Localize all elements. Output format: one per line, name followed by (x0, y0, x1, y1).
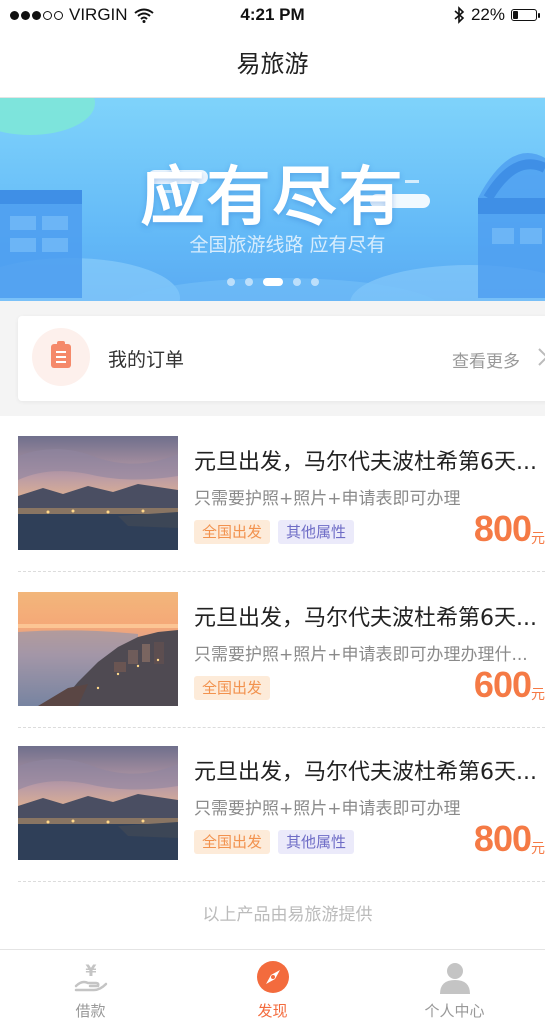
clipboard-icon (32, 328, 90, 386)
product-description: 只需要护照+照片+申请表即可办理 (194, 489, 461, 509)
dusk-harbor-city-photo (18, 436, 178, 550)
my-orders-label: 我的订单 (108, 349, 185, 371)
product-price: 800 (473, 508, 532, 549)
tab-loan[interactable]: ¥ 借款 (0, 950, 181, 1024)
tab-profile-label: 个人中心 (424, 1002, 485, 1020)
battery-icon (511, 9, 540, 21)
app-screen: VIRGIN 4:21 PM 22% 易旅游 应有尽有 全国旅游线路 应有尽有 … (0, 0, 545, 1024)
product-description: 只需要护照+照片+申请表即可办理 (194, 799, 461, 819)
product-tags: 全国出发 其他属性 (194, 520, 355, 544)
carousel-dot[interactable] (226, 278, 235, 286)
page-title: 易旅游 (236, 50, 309, 78)
product-price: 800 (473, 818, 532, 859)
tag-departure: 全国出发 (194, 520, 271, 544)
price-unit: 元 (531, 531, 545, 547)
carousel-indicators[interactable] (0, 278, 545, 286)
tag-departure: 全国出发 (194, 676, 271, 700)
product-item[interactable]: 元旦出发，马尔代夫波杜希第6天... 只需要护照+照片+申请表即可办理 全国出发… (0, 726, 545, 881)
compass-icon (257, 961, 289, 993)
my-orders-card[interactable]: 我的订单 查看更多 (18, 316, 545, 401)
tab-discover[interactable]: 发现 (182, 950, 363, 1024)
user-icon (440, 963, 470, 994)
yen-hand-icon: ¥ (74, 961, 108, 992)
tag-other: 其他属性 (278, 520, 355, 544)
dusk-harbor-city-photo (18, 746, 178, 860)
status-right: 22% (453, 5, 540, 25)
banner-title: 应有尽有 (140, 160, 405, 235)
chevron-right-icon (538, 348, 545, 366)
carousel-dot[interactable] (292, 278, 301, 286)
banner-subtitle: 全国旅游线路 应有尽有 (189, 234, 386, 256)
carousel-dot-active[interactable] (262, 278, 283, 286)
carousel-dot[interactable] (244, 278, 253, 286)
product-list: 元旦出发，马尔代夫波杜希第6天... 只需要护照+照片+申请表即可办理 全国出发… (0, 416, 545, 949)
battery-percent: 22% (470, 5, 505, 24)
navigation-bar: 易旅游 (0, 30, 545, 98)
product-title: 元旦出发，马尔代夫波杜希第6天... (194, 450, 537, 475)
tab-discover-label: 发现 (257, 1002, 288, 1020)
product-title: 元旦出发，马尔代夫波杜希第6天... (194, 606, 537, 631)
tab-bar: ¥ 借款 发现 个人中心 (0, 949, 545, 1024)
product-item[interactable]: 元旦出发，马尔代夫波杜希第6天... 只需要护照+照片+申请表即可办理办理什..… (0, 572, 545, 727)
product-item[interactable]: 元旦出发，马尔代夫波杜希第6天... 只需要护照+照片+申请表即可办理 全国出发… (0, 416, 545, 571)
provider-note: 以上产品由易旅游提供 (202, 905, 373, 925)
product-price: 600 (473, 664, 532, 705)
bluetooth-icon (454, 6, 465, 24)
promo-banner[interactable]: 应有尽有 全国旅游线路 应有尽有 (0, 98, 545, 301)
tab-loan-label: 借款 (75, 1002, 106, 1020)
tag-departure: 全国出发 (194, 830, 271, 854)
carousel-dot[interactable] (310, 278, 319, 286)
product-description: 只需要护照+照片+申请表即可办理办理什... (194, 645, 528, 665)
sunset-coastal-city-photo (18, 592, 178, 706)
product-title: 元旦出发，马尔代夫波杜希第6天... (194, 760, 537, 785)
tab-profile[interactable]: 个人中心 (364, 950, 545, 1024)
tag-other: 其他属性 (278, 830, 355, 854)
product-tags: 全国出发 (194, 676, 271, 700)
price-unit: 元 (531, 687, 545, 703)
status-bar: VIRGIN 4:21 PM 22% (0, 0, 545, 30)
svg-text:¥: ¥ (85, 961, 96, 980)
product-tags: 全国出发 其他属性 (194, 830, 355, 854)
price-unit: 元 (531, 841, 545, 857)
battery-level-fill (513, 11, 518, 19)
view-more-link[interactable]: 查看更多 (452, 347, 520, 372)
divider (18, 881, 545, 882)
